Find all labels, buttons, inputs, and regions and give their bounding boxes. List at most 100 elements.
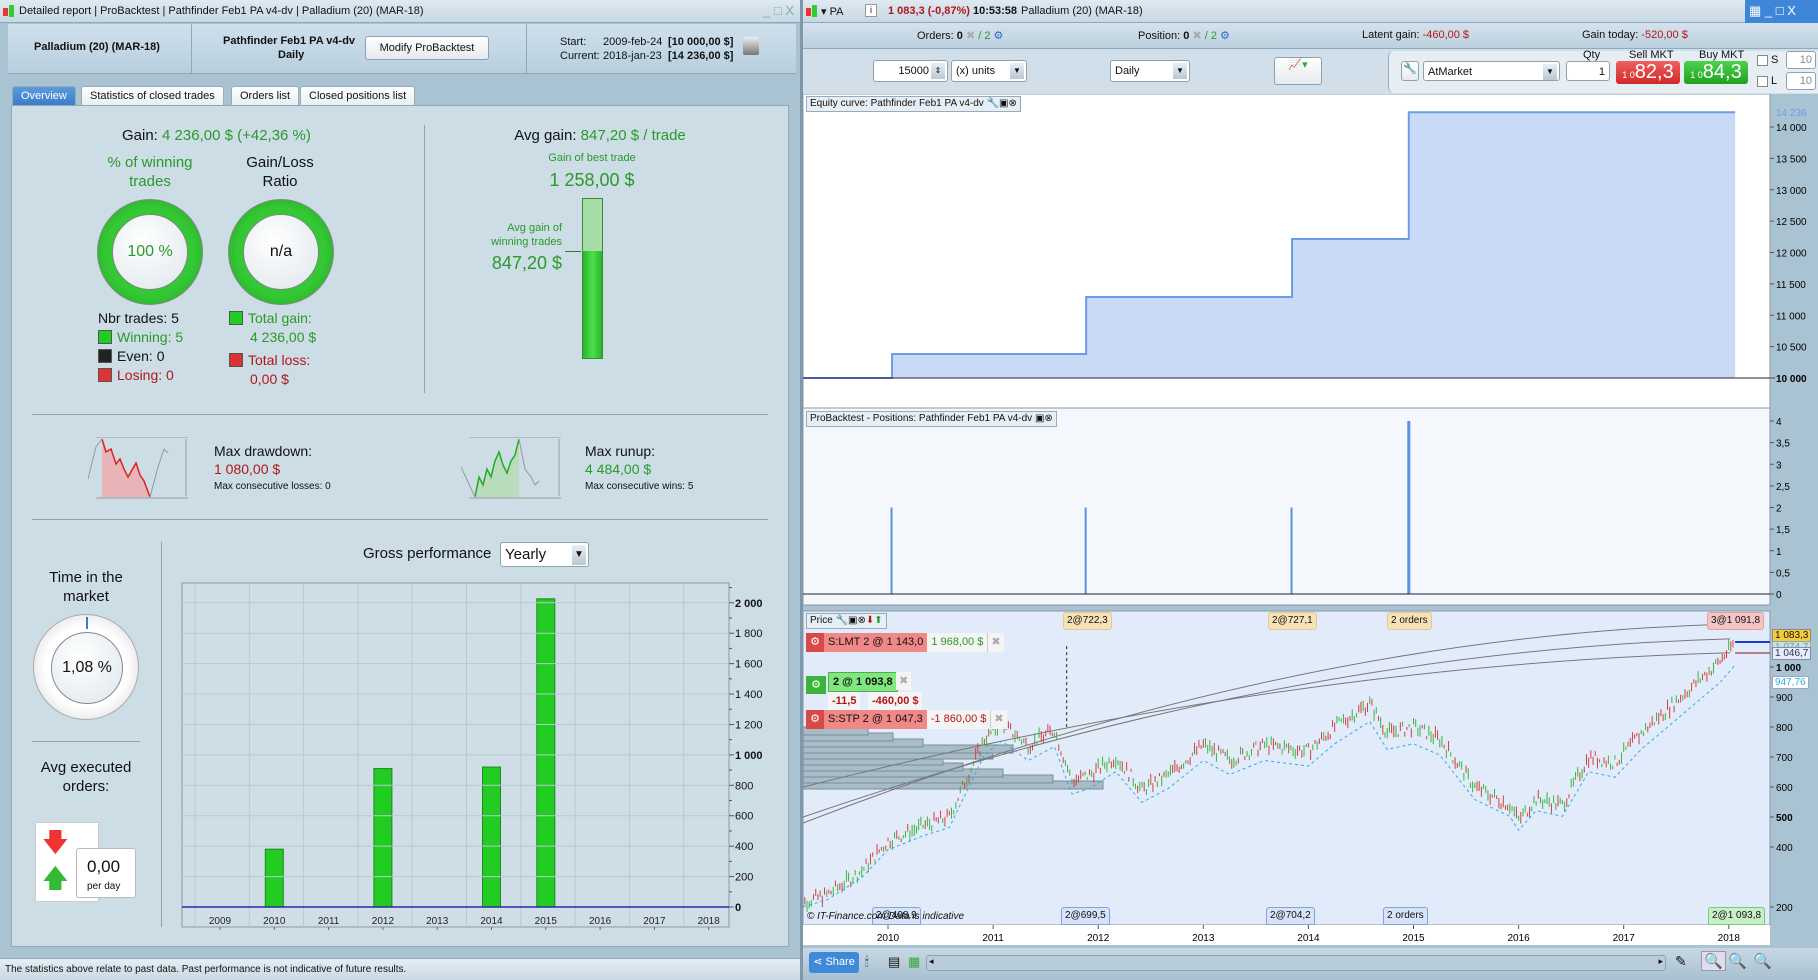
order-tag[interactable]: 3@1 091,8 <box>1707 612 1765 630</box>
print-icon[interactable] <box>743 37 759 55</box>
tab-overview[interactable]: Overview <box>12 86 76 106</box>
indicator-button[interactable]: 📈▾ <box>1274 57 1322 85</box>
arrow-down-icon[interactable]: ⬇ <box>866 615 874 626</box>
drawing-tool-icon[interactable]: ✎ <box>1675 953 1687 970</box>
gross-period-select[interactable]: Yearly ▼ <box>500 542 589 567</box>
time-in-market-arc <box>86 617 88 629</box>
wrench-icon[interactable]: 🔧 <box>1401 61 1419 81</box>
tab-closed-positions[interactable]: Closed positions list <box>300 86 416 106</box>
x-tick-label: 2018 <box>1718 933 1741 944</box>
tab-statistics[interactable]: Statistics of closed trades <box>81 86 224 106</box>
close-icon[interactable]: ⊗ <box>1008 98 1016 109</box>
y-tick-label: 200 <box>735 872 753 884</box>
share-button[interactable]: ⋖ Share <box>809 952 859 973</box>
orderbook-icon[interactable]: ▦ <box>908 954 920 970</box>
arrow-up-icon: 🡅 <box>42 863 69 893</box>
stop-checkbox[interactable] <box>1757 55 1768 66</box>
limit-checkbox[interactable] <box>1757 76 1768 87</box>
chart-area[interactable]: 10 00010 50011 00011 50012 00012 50013 0… <box>803 94 1818 950</box>
y-tick-label: 1 800 <box>735 628 763 640</box>
x-tick-label: 2015 <box>1402 933 1425 944</box>
trades-breakdown: Nbr trades: 5 Winning: 5 Even: 0 Losing:… <box>98 309 183 385</box>
x-tick-label: 2011 <box>982 933 1004 944</box>
wrench-icon[interactable]: 🔧 <box>836 615 848 626</box>
x-tick-label: 2017 <box>1613 933 1636 944</box>
chart-scrollbar[interactable]: ◂ ▸ <box>926 955 1666 971</box>
stop-input[interactable]: 10 <box>1786 51 1816 69</box>
chart-type-icon[interactable]: 🕯 <box>865 954 869 970</box>
divider <box>32 519 768 520</box>
order-tag[interactable]: 2@699,5 <box>1061 907 1110 925</box>
order-tag[interactable]: 2@722,3 <box>1063 612 1112 630</box>
period-select[interactable]: Daily ▼ <box>1110 60 1190 82</box>
close-icon[interactable]: ✖ <box>987 633 1004 652</box>
sell-stop-order[interactable]: ⚙ S:STP 2 @ 1 047,3 -1 860,00 $ ✖ <box>806 710 1007 729</box>
close-icon[interactable]: ⊗ <box>857 615 865 626</box>
close-icon[interactable]: ⊗ <box>1044 413 1052 424</box>
info-icon[interactable]: i <box>865 4 877 17</box>
best-trade-label: Gain of best trade <box>548 152 636 164</box>
auto-zoom-icon[interactable]: 🔍 <box>1701 951 1726 971</box>
close-icon[interactable]: ✖ <box>896 672 912 690</box>
tab-orders-list[interactable]: Orders list <box>231 86 300 106</box>
max-drawdown-value: 1 080,00 $ <box>214 461 281 477</box>
modify-probacktest-button[interactable]: Modify ProBacktest <box>365 36 489 60</box>
sell-market-button[interactable]: 1 082,3 <box>1616 61 1680 84</box>
x-tick-label: 2013 <box>1192 933 1215 944</box>
maximize-icon[interactable]: ▣ <box>1035 413 1044 424</box>
y-tick-label: 10 000 <box>1776 374 1807 385</box>
y-tick-label: 0,5 <box>1776 568 1790 579</box>
winning-pct-gauge: 100 % <box>97 199 203 305</box>
order-tag[interactable]: 2 orders <box>1387 612 1432 630</box>
avg-gain: Avg gain: 847,20 $ / trade <box>514 127 686 144</box>
buy-market-button[interactable]: 1 084,3 <box>1684 61 1748 84</box>
order-tag[interactable]: 2@704,2 <box>1266 907 1315 925</box>
left-title-bar: Detailed report | ProBacktest | Pathfind… <box>0 0 800 23</box>
y-tick-label: 11 000 <box>1776 311 1806 322</box>
order-tag[interactable]: 2@727,1 <box>1268 612 1317 630</box>
x-tick-label: 2016 <box>1507 933 1530 944</box>
qty-input[interactable]: 1 <box>1566 61 1610 81</box>
instrument-name: Palladium (20) (MAR-18) <box>34 41 160 53</box>
wrench-icon[interactable]: 🔧 <box>987 98 999 109</box>
even-count: Even: 0 <box>117 348 165 364</box>
zoom-out-icon[interactable]: 🔍 <box>1728 952 1747 970</box>
total-loss-value: 0,00 $ <box>250 371 289 387</box>
x-tick-label: 2014 <box>1297 933 1320 944</box>
x-tick-label: 2018 <box>698 916 721 927</box>
x-tick-label: 2010 <box>263 916 286 927</box>
table-icon[interactable]: ▤ <box>888 954 900 970</box>
y-tick-label: 1 000 <box>1776 663 1801 674</box>
sell-limit-order[interactable]: ⚙ S:LMT 2 @ 1 143,0 1 968,00 $ ✖ <box>806 633 1004 652</box>
limit-input[interactable]: 10 <box>1786 72 1816 90</box>
avg-orders-box: 0,00 per day <box>76 848 136 898</box>
x-tick-label: 2014 <box>480 916 503 927</box>
y-tick-label: 12 500 <box>1776 217 1807 228</box>
window-controls-icon[interactable]: ▦ _ □ X <box>1745 0 1818 23</box>
quantity-units-input[interactable]: 15000 ⇕ <box>873 60 948 82</box>
avg-win-label: Avg gain of winning trades <box>491 222 562 248</box>
x-tick-label: 2012 <box>372 916 395 927</box>
order-tag[interactable]: 2@1 093,8 <box>1708 907 1766 925</box>
ticker-selector[interactable]: ▾ PA <box>821 5 843 18</box>
y-tick-label: 800 <box>735 780 753 792</box>
zoom-in-icon[interactable]: 🔍 <box>1753 952 1772 970</box>
y-tick-label: 14 000 <box>1776 123 1807 134</box>
close-icon[interactable]: ✖ <box>990 710 1007 729</box>
winning-count: Winning: 5 <box>117 329 184 345</box>
units-select[interactable]: (x) units ▼ <box>951 60 1027 82</box>
x-tick-label: 2016 <box>589 916 612 927</box>
gear-icon: ⚙ <box>993 30 1004 42</box>
window-controls-icon[interactable]: _ □ X <box>763 3 794 18</box>
disclaimer-text: The statistics above relate to past data… <box>5 964 407 975</box>
arrow-up-icon[interactable]: ⬆ <box>874 615 882 626</box>
order-type-select[interactable]: AtMarket ▼ <box>1423 61 1560 81</box>
total-loss-swatch-icon <box>229 353 243 367</box>
status-bar: The statistics above relate to past data… <box>0 958 800 980</box>
position-bar <box>1407 421 1411 594</box>
copyright-text: © IT-Finance.com Data is indicative <box>807 911 965 922</box>
order-tag[interactable]: 2 orders <box>1383 907 1428 925</box>
divider <box>424 125 425 393</box>
avg-gain-bar <box>582 198 603 359</box>
bar-2010 <box>264 848 284 908</box>
